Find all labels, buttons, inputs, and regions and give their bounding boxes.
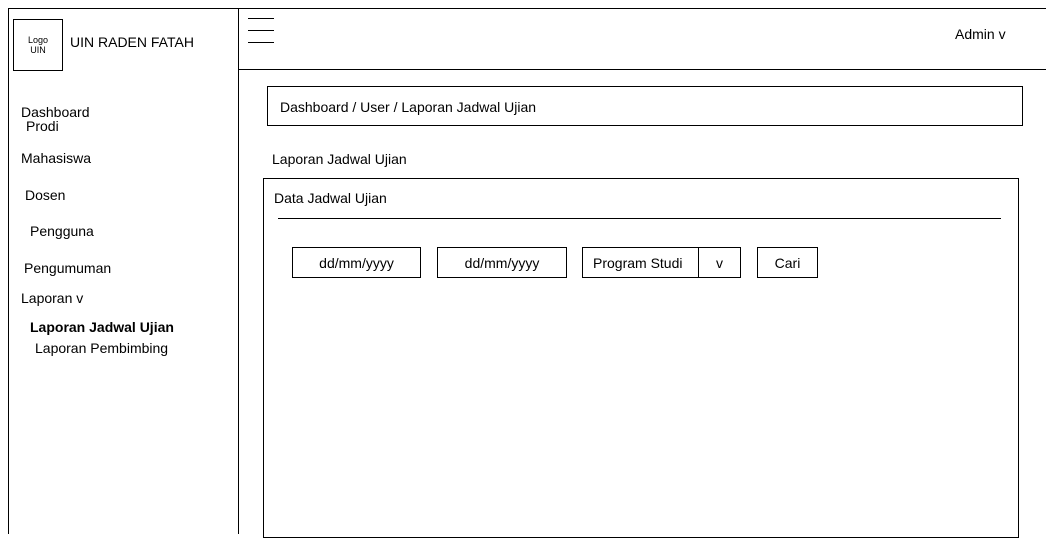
card-title: Data Jadwal Ujian — [274, 190, 387, 206]
hamburger-menu-icon[interactable] — [248, 16, 274, 44]
frame-top-border — [8, 8, 1046, 9]
frame-left-border — [8, 8, 9, 534]
program-studi-select-value: Program Studi — [593, 254, 683, 271]
search-button[interactable]: Cari — [757, 247, 818, 278]
sidebar-divider — [238, 8, 239, 534]
sidebar-item-prodi[interactable]: Prodi — [26, 118, 59, 134]
sidebar-item-laporan[interactable]: Laporan v — [21, 290, 83, 306]
chevron-down-icon[interactable]: v — [698, 248, 740, 277]
sidebar-subitem-laporan-pembimbing[interactable]: Laporan Pembimbing — [35, 340, 168, 356]
report-card — [263, 178, 1019, 538]
header-divider — [238, 69, 1046, 70]
card-title-divider — [278, 218, 1001, 219]
sidebar-item-dosen[interactable]: Dosen — [25, 187, 65, 203]
logo-text-line1: Logo — [27, 35, 49, 45]
page-title: Laporan Jadwal Ujian — [272, 151, 407, 167]
logo: Logo UIN — [13, 19, 63, 71]
logo-text-line2: UIN — [30, 45, 46, 55]
sidebar-item-mahasiswa[interactable]: Mahasiswa — [21, 150, 91, 166]
date-to-input[interactable]: dd/mm/yyyy — [437, 247, 567, 278]
program-studi-select[interactable]: Program Studi v — [582, 247, 741, 278]
brand-name: UIN RADEN FATAH — [70, 34, 194, 50]
sidebar-item-pengumuman[interactable]: Pengumuman — [24, 260, 111, 276]
date-from-input[interactable]: dd/mm/yyyy — [292, 247, 421, 278]
sidebar-item-pengguna[interactable]: Pengguna — [30, 223, 94, 239]
user-menu[interactable]: Admin v — [955, 26, 1006, 42]
sidebar-subitem-laporan-jadwal-ujian[interactable]: Laporan Jadwal Ujian — [30, 319, 174, 335]
breadcrumb: Dashboard / User / Laporan Jadwal Ujian — [267, 86, 1023, 126]
